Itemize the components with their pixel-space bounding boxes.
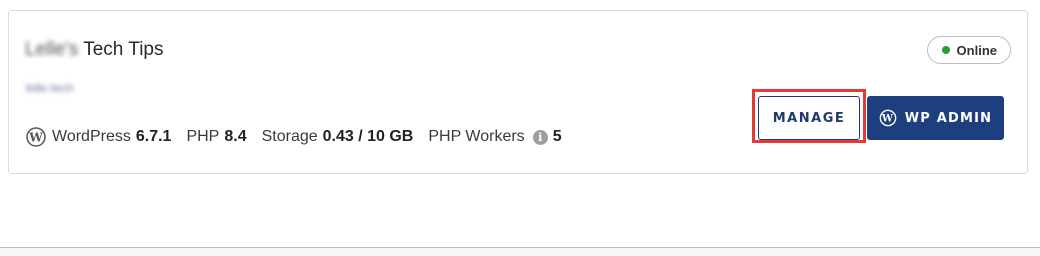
site-url-redacted[interactable]: lelle.tech	[26, 81, 73, 95]
site-title: Lelle's Tech Tips	[25, 39, 163, 61]
php-version-value: 8.4	[224, 128, 247, 145]
site-meta: W WordPress 6.7.1 PHP 8.4 Storage 0.43 /…	[26, 127, 577, 147]
site-name: Tech Tips	[83, 39, 164, 60]
wordpress-version-value: 6.7.1	[135, 128, 172, 145]
wp-admin-button[interactable]: W WP ADMIN	[867, 96, 1004, 140]
status-badge: Online	[926, 36, 1011, 64]
svg-text:W: W	[28, 131, 43, 145]
storage-value: 0.43 / 10 GB	[322, 128, 414, 145]
wordpress-icon: W	[879, 109, 897, 127]
site-name-redacted: Lelle's	[25, 39, 79, 60]
php-workers-label: PHP Workers	[428, 128, 525, 145]
wordpress-icon: W	[26, 127, 46, 147]
svg-text:W: W	[881, 114, 894, 125]
page-footer-area	[0, 248, 1040, 256]
site-card: Lelle's Tech Tips lelle.tech Online W Wo…	[8, 10, 1028, 174]
php-workers-value: 5	[552, 128, 562, 145]
php-label: PHP	[186, 128, 220, 145]
manage-button[interactable]: MANAGE	[758, 96, 860, 140]
status-label: Online	[956, 42, 997, 58]
wordpress-version: W WordPress 6.7.1	[26, 127, 171, 147]
info-icon[interactable]: i	[532, 129, 548, 145]
wordpress-label: WordPress	[52, 128, 131, 145]
storage: Storage 0.43 / 10 GB	[262, 128, 414, 146]
php-workers: PHP Workers i 5	[428, 128, 561, 146]
storage-label: Storage	[261, 128, 318, 145]
wp-admin-label: WP ADMIN	[904, 110, 993, 126]
php-version: PHP 8.4	[186, 128, 246, 146]
status-dot-icon	[941, 46, 950, 54]
